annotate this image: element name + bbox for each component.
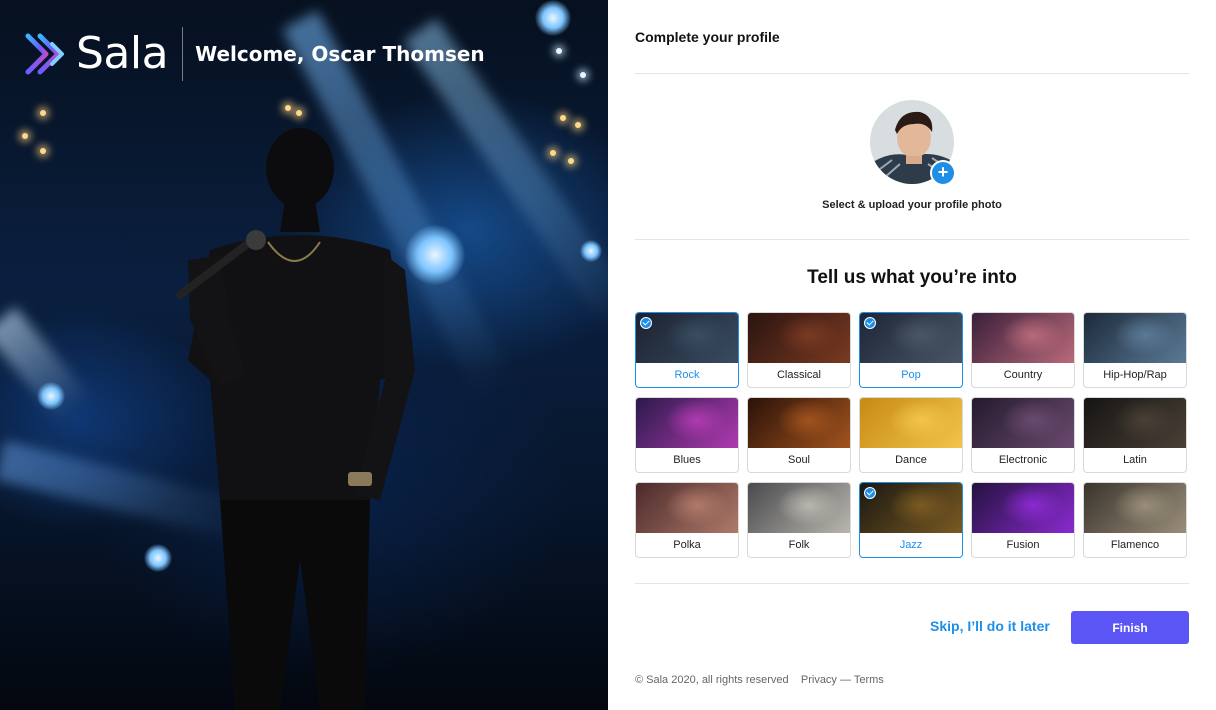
stage-light (556, 48, 562, 54)
genre-tile-latin[interactable]: Latin (1083, 397, 1187, 473)
avatar-upload[interactable]: + (870, 100, 956, 186)
genre-image (972, 483, 1074, 533)
genre-label: Pop (901, 369, 921, 381)
stage-light (580, 72, 586, 78)
skip-link[interactable]: Skip, I’ll do it later (930, 618, 1050, 634)
genre-label: Flamenco (1110, 539, 1160, 551)
genre-tile-rock[interactable]: Rock (635, 312, 739, 388)
upload-caption: Select & upload your profile photo (822, 199, 1002, 211)
brand-name: Sala (76, 28, 169, 79)
copyright-text: © Sala 2020, all rights reserved (635, 674, 789, 686)
genre-tile-fusion[interactable]: Fusion (971, 482, 1075, 558)
genre-label: Fusion (1006, 539, 1040, 551)
genre-image (972, 398, 1074, 448)
genre-tile-pop[interactable]: Pop (859, 312, 963, 388)
stage-light (40, 148, 46, 154)
stage-light (296, 110, 302, 116)
finish-button[interactable]: Finish (1071, 611, 1189, 644)
sala-logo-icon (25, 33, 64, 75)
genre-label: Folk (788, 539, 810, 551)
genre-image (860, 398, 962, 448)
genre-tile-folk[interactable]: Folk (747, 482, 851, 558)
genre-label: Jazz (899, 539, 923, 551)
genre-image (1084, 313, 1186, 363)
brand-header: Sala Welcome, Oscar Thomsen (24, 26, 485, 82)
stage-spotlight (580, 240, 602, 262)
stage-light (550, 150, 556, 156)
stage-light (285, 105, 291, 111)
check-icon (864, 317, 876, 329)
genre-label: Soul (787, 454, 811, 466)
stage-spotlight (535, 0, 571, 36)
divider (635, 239, 1189, 240)
privacy-link[interactable]: Privacy (801, 674, 837, 686)
genre-label: Country (1003, 369, 1043, 381)
genre-label: Rock (674, 369, 700, 381)
genre-image (860, 483, 962, 533)
panel-title: Complete your profile (635, 29, 780, 45)
stage-light (560, 115, 566, 121)
genre-tile-blues[interactable]: Blues (635, 397, 739, 473)
welcome-message: Welcome, Oscar Thomsen (195, 42, 485, 66)
profile-panel: Complete your profile + Select & upload … (635, 0, 1189, 710)
performer-silhouette (176, 128, 415, 710)
genre-image (748, 483, 850, 533)
interests-title: Tell us what you’re into (807, 267, 1017, 288)
genre-tile-country[interactable]: Country (971, 312, 1075, 388)
divider (635, 583, 1189, 584)
genre-label: Blues (673, 454, 701, 466)
genre-label: Latin (1123, 454, 1147, 466)
footer-separator: — (840, 674, 851, 686)
check-icon (864, 487, 876, 499)
genre-tile-polka[interactable]: Polka (635, 482, 739, 558)
stage-light (575, 122, 581, 128)
genre-image (860, 313, 962, 363)
genre-image (636, 313, 738, 363)
genre-image (748, 398, 850, 448)
stage-light (568, 158, 574, 164)
genre-label: Electronic (998, 454, 1048, 466)
genre-tile-jazz[interactable]: Jazz (859, 482, 963, 558)
stage-light (40, 110, 46, 116)
genre-image (1084, 483, 1186, 533)
genre-image (1084, 398, 1186, 448)
genre-tile-flamenco[interactable]: Flamenco (1083, 482, 1187, 558)
terms-link[interactable]: Terms (854, 674, 884, 686)
genre-image (972, 313, 1074, 363)
genre-image (636, 483, 738, 533)
genre-tile-dance[interactable]: Dance (859, 397, 963, 473)
genre-image (748, 313, 850, 363)
divider (635, 73, 1189, 74)
genre-label: Dance (895, 454, 927, 466)
check-icon (640, 317, 652, 329)
footer: © Sala 2020, all rights reserved Privacy… (635, 674, 884, 686)
brand-divider (182, 27, 184, 81)
hero-image: Sala Welcome, Oscar Thomsen (0, 0, 608, 710)
genre-grid: Rock Classical Pop Country Hip-Hop/Rap Blues S… (635, 312, 1189, 558)
genre-label: Classical (776, 369, 821, 381)
genre-image (636, 398, 738, 448)
plus-icon[interactable]: + (930, 160, 956, 186)
genre-tile-electronic[interactable]: Electronic (971, 397, 1075, 473)
genre-tile-hip-hop-rap[interactable]: Hip-Hop/Rap (1083, 312, 1187, 388)
genre-label: Polka (673, 539, 701, 551)
stage-light (22, 133, 28, 139)
genre-label: Hip-Hop/Rap (1103, 369, 1167, 381)
genre-tile-soul[interactable]: Soul (747, 397, 851, 473)
genre-tile-classical[interactable]: Classical (747, 312, 851, 388)
stage-spotlight (37, 382, 65, 410)
